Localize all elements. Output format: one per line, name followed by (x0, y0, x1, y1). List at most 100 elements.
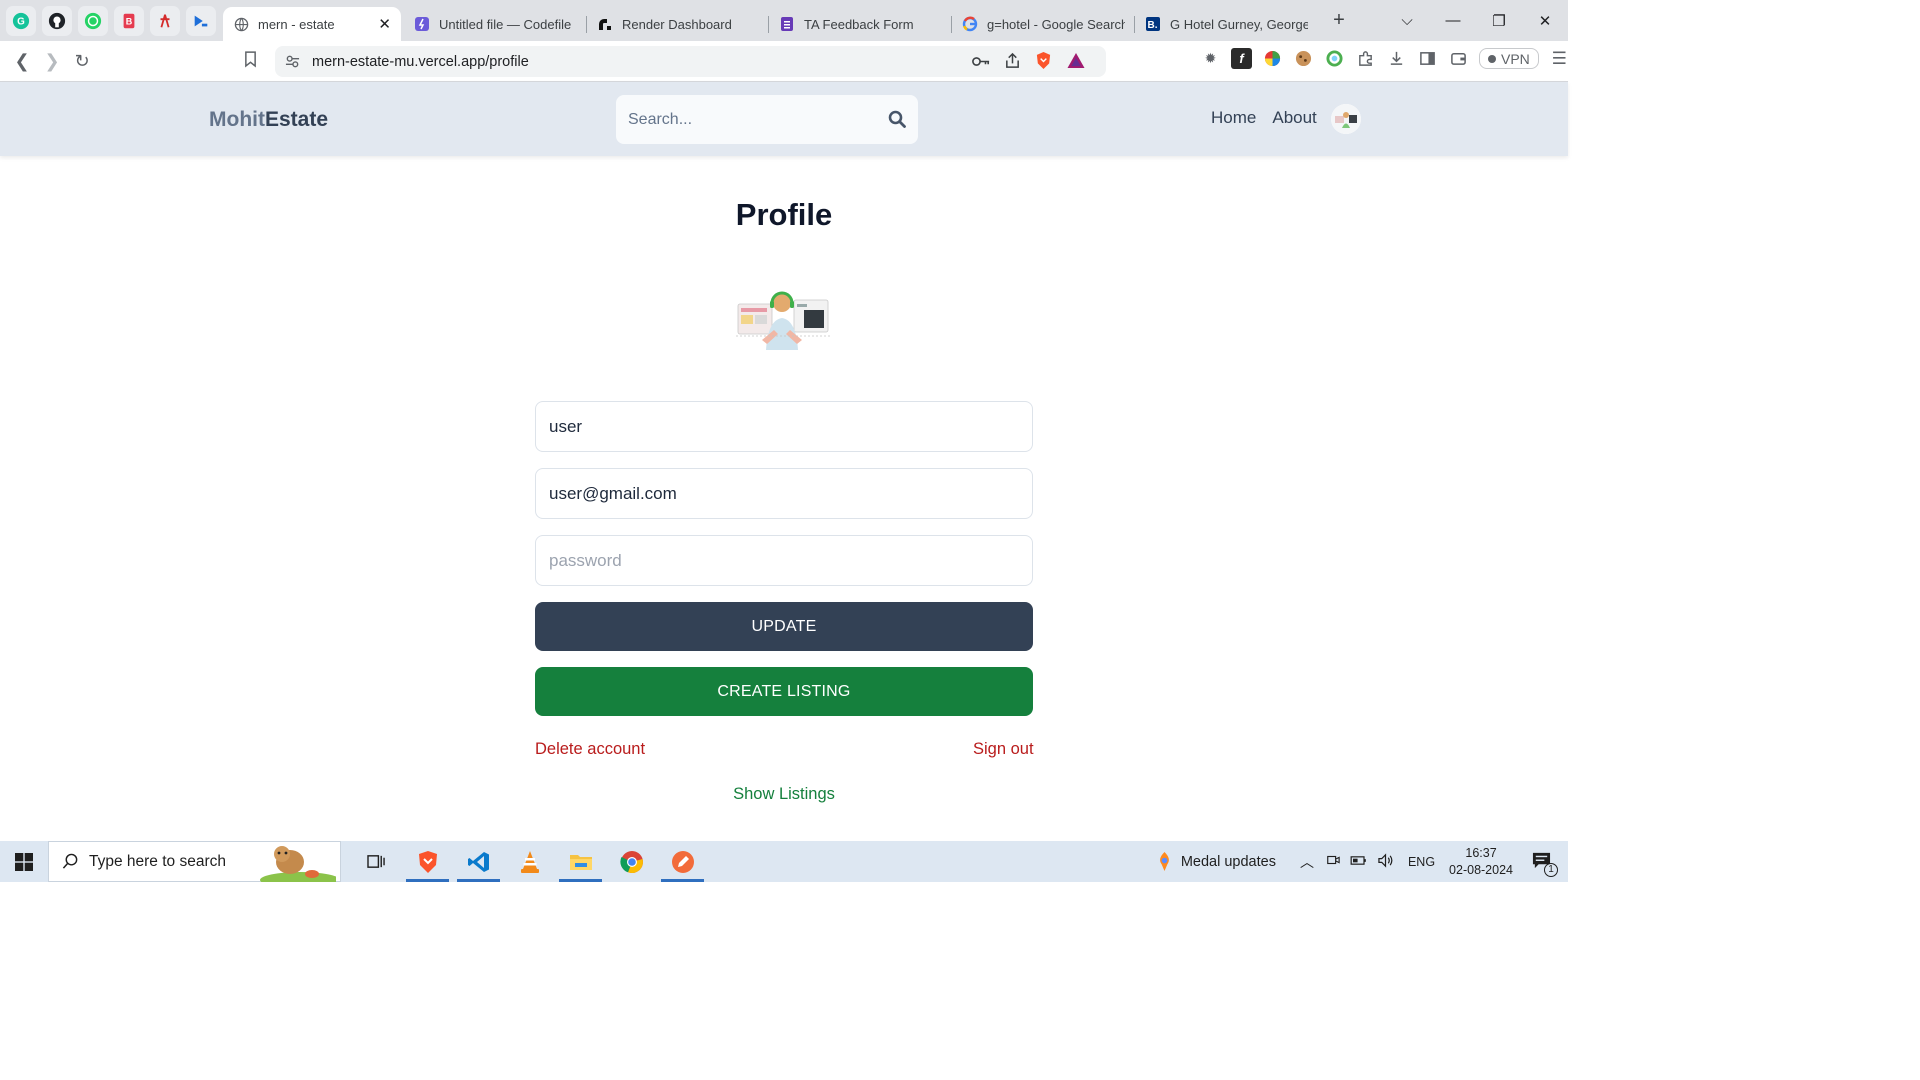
pinned-tab-book[interactable]: B (114, 5, 144, 36)
tab-title: Render Dashboard (622, 16, 732, 32)
color-wheel-extension-icon[interactable] (1262, 48, 1283, 69)
taskbar-file-explorer[interactable] (555, 841, 606, 882)
pinned-tab-whatsapp[interactable] (78, 5, 108, 36)
tab-codefile[interactable]: Untitled file — Codefile (404, 7, 587, 41)
create-listing-button[interactable]: CREATE LISTING (535, 667, 1033, 716)
tab-booking[interactable]: B. G Hotel Gurney, George (1135, 7, 1318, 41)
extensions-puzzle-icon[interactable] (1355, 48, 1376, 69)
restore-button[interactable]: ❐ (1476, 12, 1522, 30)
taskbar-search-box[interactable]: Type here to search (48, 841, 341, 888)
tab-title: mern - estate (258, 16, 335, 32)
username-input[interactable] (549, 416, 1019, 437)
window-controls: ⌵ — ❐ ✕ (1384, 0, 1568, 41)
bug-extension-icon[interactable]: ✹ (1200, 48, 1221, 69)
vpn-button[interactable]: VPN (1479, 48, 1539, 69)
notification-center-icon[interactable]: 1 (1531, 851, 1558, 877)
taskbar-drawing-app[interactable] (657, 841, 708, 882)
tab-render-dashboard[interactable]: Render Dashboard (587, 7, 769, 41)
search-input[interactable] (628, 110, 878, 129)
font-extension-icon[interactable]: f (1231, 48, 1252, 69)
address-bar[interactable]: mern-estate-mu.vercel.app/profile (275, 46, 1106, 77)
system-tray: Medal updates ︿ ENG 16:37 02-08-2024 1 (1156, 841, 1568, 882)
codefile-icon (414, 16, 430, 32)
pinned-tab-github[interactable] (42, 5, 72, 36)
pinned-tab-powerautomate[interactable] (186, 5, 216, 36)
forms-icon (779, 16, 795, 32)
tab-close-icon[interactable]: ✕ (378, 15, 391, 33)
taskbar-chrome[interactable] (606, 841, 657, 882)
taskbar-search-placeholder: Type here to search (89, 852, 226, 870)
nav-home-link[interactable]: Home (1211, 108, 1256, 128)
email-field[interactable] (535, 468, 1033, 519)
bookmark-icon[interactable] (235, 51, 265, 73)
show-hidden-icons-chevron[interactable]: ︿ (1300, 852, 1314, 872)
browser-tab-strip: G B mern - estate ✕ Untitled file — Code… (0, 0, 1568, 41)
profile-avatar[interactable] (734, 286, 832, 352)
username-field[interactable] (535, 401, 1033, 452)
notification-count-badge: 1 (1544, 862, 1558, 877)
windows-taskbar: Type here to search Medal updates ︿ ENG … (0, 841, 1568, 888)
show-listings-link[interactable]: Show Listings (0, 785, 1568, 804)
email-input[interactable] (549, 483, 1019, 504)
taskbar-vscode[interactable] (453, 841, 504, 882)
delete-account-link[interactable]: Delete account (535, 740, 645, 759)
google-icon (962, 16, 978, 32)
site-settings-icon[interactable] (285, 54, 300, 74)
taskbar-brave[interactable] (402, 841, 453, 882)
back-icon[interactable]: ❮ (7, 51, 37, 72)
brave-shield-icon[interactable] (1035, 51, 1052, 75)
tab-google-search[interactable]: g=hotel - Google Search (952, 7, 1135, 41)
taskbar-apps (351, 841, 708, 882)
taskbar-vlc[interactable] (504, 841, 555, 882)
github-icon (48, 12, 66, 29)
pinned-tabs: G B (0, 5, 216, 36)
update-button[interactable]: UPDATE (535, 602, 1033, 651)
minimize-button[interactable]: — (1430, 12, 1476, 29)
sidebar-toggle-icon[interactable] (1417, 48, 1438, 69)
tab-title: TA Feedback Form (804, 16, 914, 32)
battery-icon[interactable] (1350, 855, 1367, 869)
logo-part-2: Estate (264, 108, 329, 131)
sign-out-link[interactable]: Sign out (973, 740, 1034, 759)
pinned-tab-grammarly[interactable]: G (6, 5, 36, 36)
taskbar-clock[interactable]: 16:37 02-08-2024 (1449, 845, 1513, 879)
nav-about-link[interactable]: About (1272, 108, 1316, 128)
circle-extension-icon[interactable] (1324, 48, 1345, 69)
language-indicator[interactable]: ENG (1408, 855, 1435, 869)
tab-title: g=hotel - Google Search (987, 16, 1125, 32)
pinned-tab-figure[interactable] (150, 5, 180, 36)
password-input[interactable] (549, 550, 1019, 571)
password-field[interactable] (535, 535, 1033, 586)
start-button[interactable] (0, 841, 48, 882)
wallet-icon[interactable] (1448, 48, 1469, 69)
whatsapp-icon (84, 12, 102, 29)
reload-icon[interactable]: ↻ (67, 51, 97, 72)
cookie-extension-icon[interactable] (1293, 48, 1314, 69)
medal-updates-notification[interactable]: Medal updates (1156, 851, 1276, 872)
menu-icon[interactable]: ☰ (1549, 48, 1570, 69)
site-logo[interactable]: MohitEstate (209, 108, 328, 132)
meet-now-icon[interactable] (1326, 853, 1340, 870)
task-view-icon (367, 855, 385, 868)
tab-ta-feedback-form[interactable]: TA Feedback Form (769, 7, 952, 41)
forward-icon[interactable]: ❯ (37, 51, 67, 72)
tab-title: Untitled file — Codefile (439, 16, 572, 32)
search-icon[interactable] (888, 110, 906, 128)
new-tab-button[interactable]: + (1328, 9, 1350, 32)
close-window-button[interactable]: ✕ (1522, 12, 1568, 30)
tab-mern-estate[interactable]: mern - estate ✕ (223, 7, 401, 41)
volume-icon[interactable] (1377, 852, 1394, 871)
folder-icon (569, 854, 592, 870)
booking-icon: B. (1145, 16, 1161, 32)
search-highlight-illustration (260, 844, 340, 888)
taskbar-search-icon (62, 853, 79, 875)
key-icon[interactable] (972, 54, 990, 72)
url-text: mern-estate-mu.vercel.app/profile (312, 53, 529, 70)
share-icon[interactable] (1004, 52, 1021, 74)
brave-rewards-icon[interactable] (1066, 52, 1086, 74)
header-avatar[interactable] (1331, 104, 1361, 134)
task-view-button[interactable] (351, 841, 402, 882)
tab-search-chevron-icon[interactable]: ⌵ (1384, 12, 1430, 29)
download-icon[interactable] (1386, 48, 1407, 69)
render-icon (597, 16, 613, 32)
